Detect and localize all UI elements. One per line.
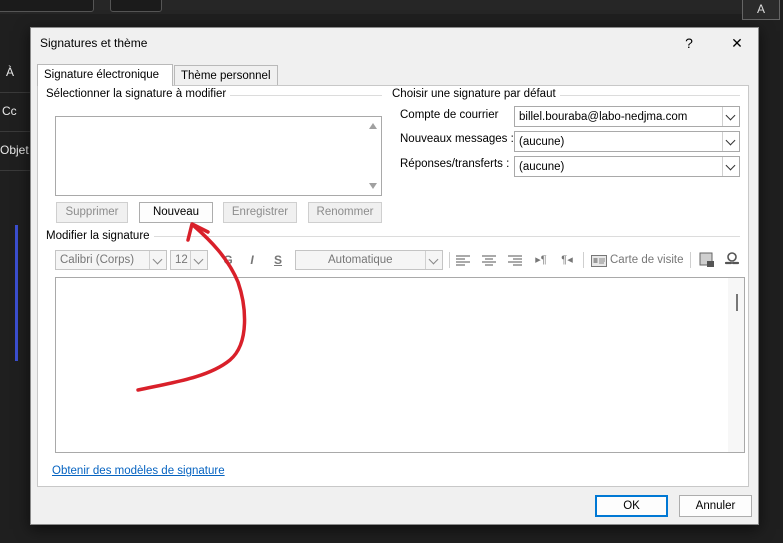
- format-text-icon[interactable]: A: [742, 0, 780, 20]
- save-button[interactable]: Enregistrer: [223, 202, 297, 223]
- account-value: billel.bouraba@labo-nedjma.com: [519, 111, 688, 123]
- align-left-icon[interactable]: [456, 255, 470, 267]
- chevron-down-icon[interactable]: [722, 107, 739, 126]
- replies-value: (aucune): [519, 161, 565, 173]
- dialog-titlebar: Signatures et thème ? ✕: [31, 28, 758, 58]
- tab-strip: Signature électronique Thème personnel: [37, 64, 749, 86]
- business-card-icon[interactable]: [591, 255, 607, 267]
- format-text-label: A: [756, 2, 765, 16]
- subject-field-label: Objet: [0, 130, 30, 171]
- tab-electronic-signature[interactable]: Signature électronique: [37, 64, 173, 86]
- align-center-icon[interactable]: [482, 255, 496, 267]
- editor-scrollbar[interactable]: [728, 278, 744, 452]
- font-color-value: Automatique: [328, 254, 393, 266]
- edit-signature-label: Modifier la signature: [46, 230, 154, 242]
- toolbar-separator: [690, 252, 691, 268]
- signature-list-scrollbar[interactable]: [366, 117, 381, 195]
- signatures-dialog: Signatures et thème ? ✕ Signature électr…: [30, 27, 759, 525]
- app-right-edge: [757, 0, 783, 543]
- signature-list[interactable]: [55, 116, 382, 196]
- scroll-down-icon[interactable]: [369, 183, 377, 189]
- insert-picture-icon[interactable]: [699, 252, 715, 268]
- toolbar-separator: [583, 252, 584, 268]
- font-family-select[interactable]: Calibri (Corps): [55, 250, 167, 270]
- replies-select[interactable]: (aucune): [514, 156, 740, 177]
- italic-button[interactable]: I: [244, 250, 260, 270]
- rename-button[interactable]: Renommer: [308, 202, 382, 223]
- replies-label: Réponses/transferts :: [400, 158, 510, 170]
- new-messages-select[interactable]: (aucune): [514, 131, 740, 152]
- new-messages-label: Nouveaux messages :: [400, 133, 514, 145]
- delete-button[interactable]: Supprimer: [56, 202, 128, 223]
- font-color-select[interactable]: Automatique: [295, 250, 443, 270]
- compose-accent-bar: [15, 225, 18, 361]
- chevron-down-icon[interactable]: [722, 157, 739, 176]
- account-label: Compte de courrier: [400, 109, 499, 121]
- new-messages-value: (aucune): [519, 136, 565, 148]
- ok-button[interactable]: OK: [595, 495, 668, 517]
- chevron-down-icon[interactable]: [722, 132, 739, 151]
- chevron-down-icon[interactable]: [190, 251, 207, 269]
- font-family-value: Calibri (Corps): [60, 254, 135, 266]
- chevron-down-icon[interactable]: [149, 251, 166, 269]
- dialog-title: Signatures et thème: [40, 36, 148, 50]
- signature-templates-link[interactable]: Obtenir des modèles de signature: [52, 465, 225, 477]
- align-right-icon[interactable]: [508, 255, 522, 267]
- ltr-paragraph-icon[interactable]: ▸¶: [533, 250, 549, 270]
- rtl-paragraph-icon[interactable]: ¶◂: [559, 250, 575, 270]
- cc-label: Cc: [2, 104, 17, 118]
- editor-scroll-thumb[interactable]: [736, 294, 738, 311]
- app-field[interactable]: [110, 0, 162, 12]
- to-label: À: [6, 65, 15, 79]
- tab-personal-theme[interactable]: Thème personnel: [174, 65, 278, 86]
- account-select[interactable]: billel.bouraba@labo-nedjma.com: [514, 106, 740, 127]
- app-field[interactable]: [0, 0, 94, 12]
- cancel-button[interactable]: Annuler: [679, 495, 752, 517]
- default-signature-label: Choisir une signature par défaut: [392, 88, 560, 100]
- underline-button[interactable]: S: [270, 250, 286, 270]
- chevron-down-icon[interactable]: [425, 251, 442, 269]
- font-size-value: 12: [175, 254, 188, 266]
- bold-button[interactable]: G: [220, 250, 236, 270]
- signature-editor[interactable]: [55, 277, 745, 453]
- font-size-select[interactable]: 12: [170, 250, 208, 270]
- signature-panel: Sélectionner la signature à modifier Sup…: [37, 85, 749, 487]
- close-button[interactable]: ✕: [722, 32, 752, 54]
- subject-label: Objet: [0, 143, 29, 157]
- help-button[interactable]: ?: [674, 32, 704, 54]
- new-button[interactable]: Nouveau: [139, 202, 213, 223]
- scroll-up-icon[interactable]: [369, 123, 377, 129]
- cc-field-label[interactable]: Cc: [0, 91, 32, 132]
- toolbar-separator: [449, 252, 450, 268]
- select-signature-label: Sélectionner la signature à modifier: [46, 88, 231, 100]
- business-card-button[interactable]: Carte de visite: [610, 250, 684, 270]
- hyperlink-icon[interactable]: [724, 252, 740, 268]
- group-divider: [52, 236, 740, 237]
